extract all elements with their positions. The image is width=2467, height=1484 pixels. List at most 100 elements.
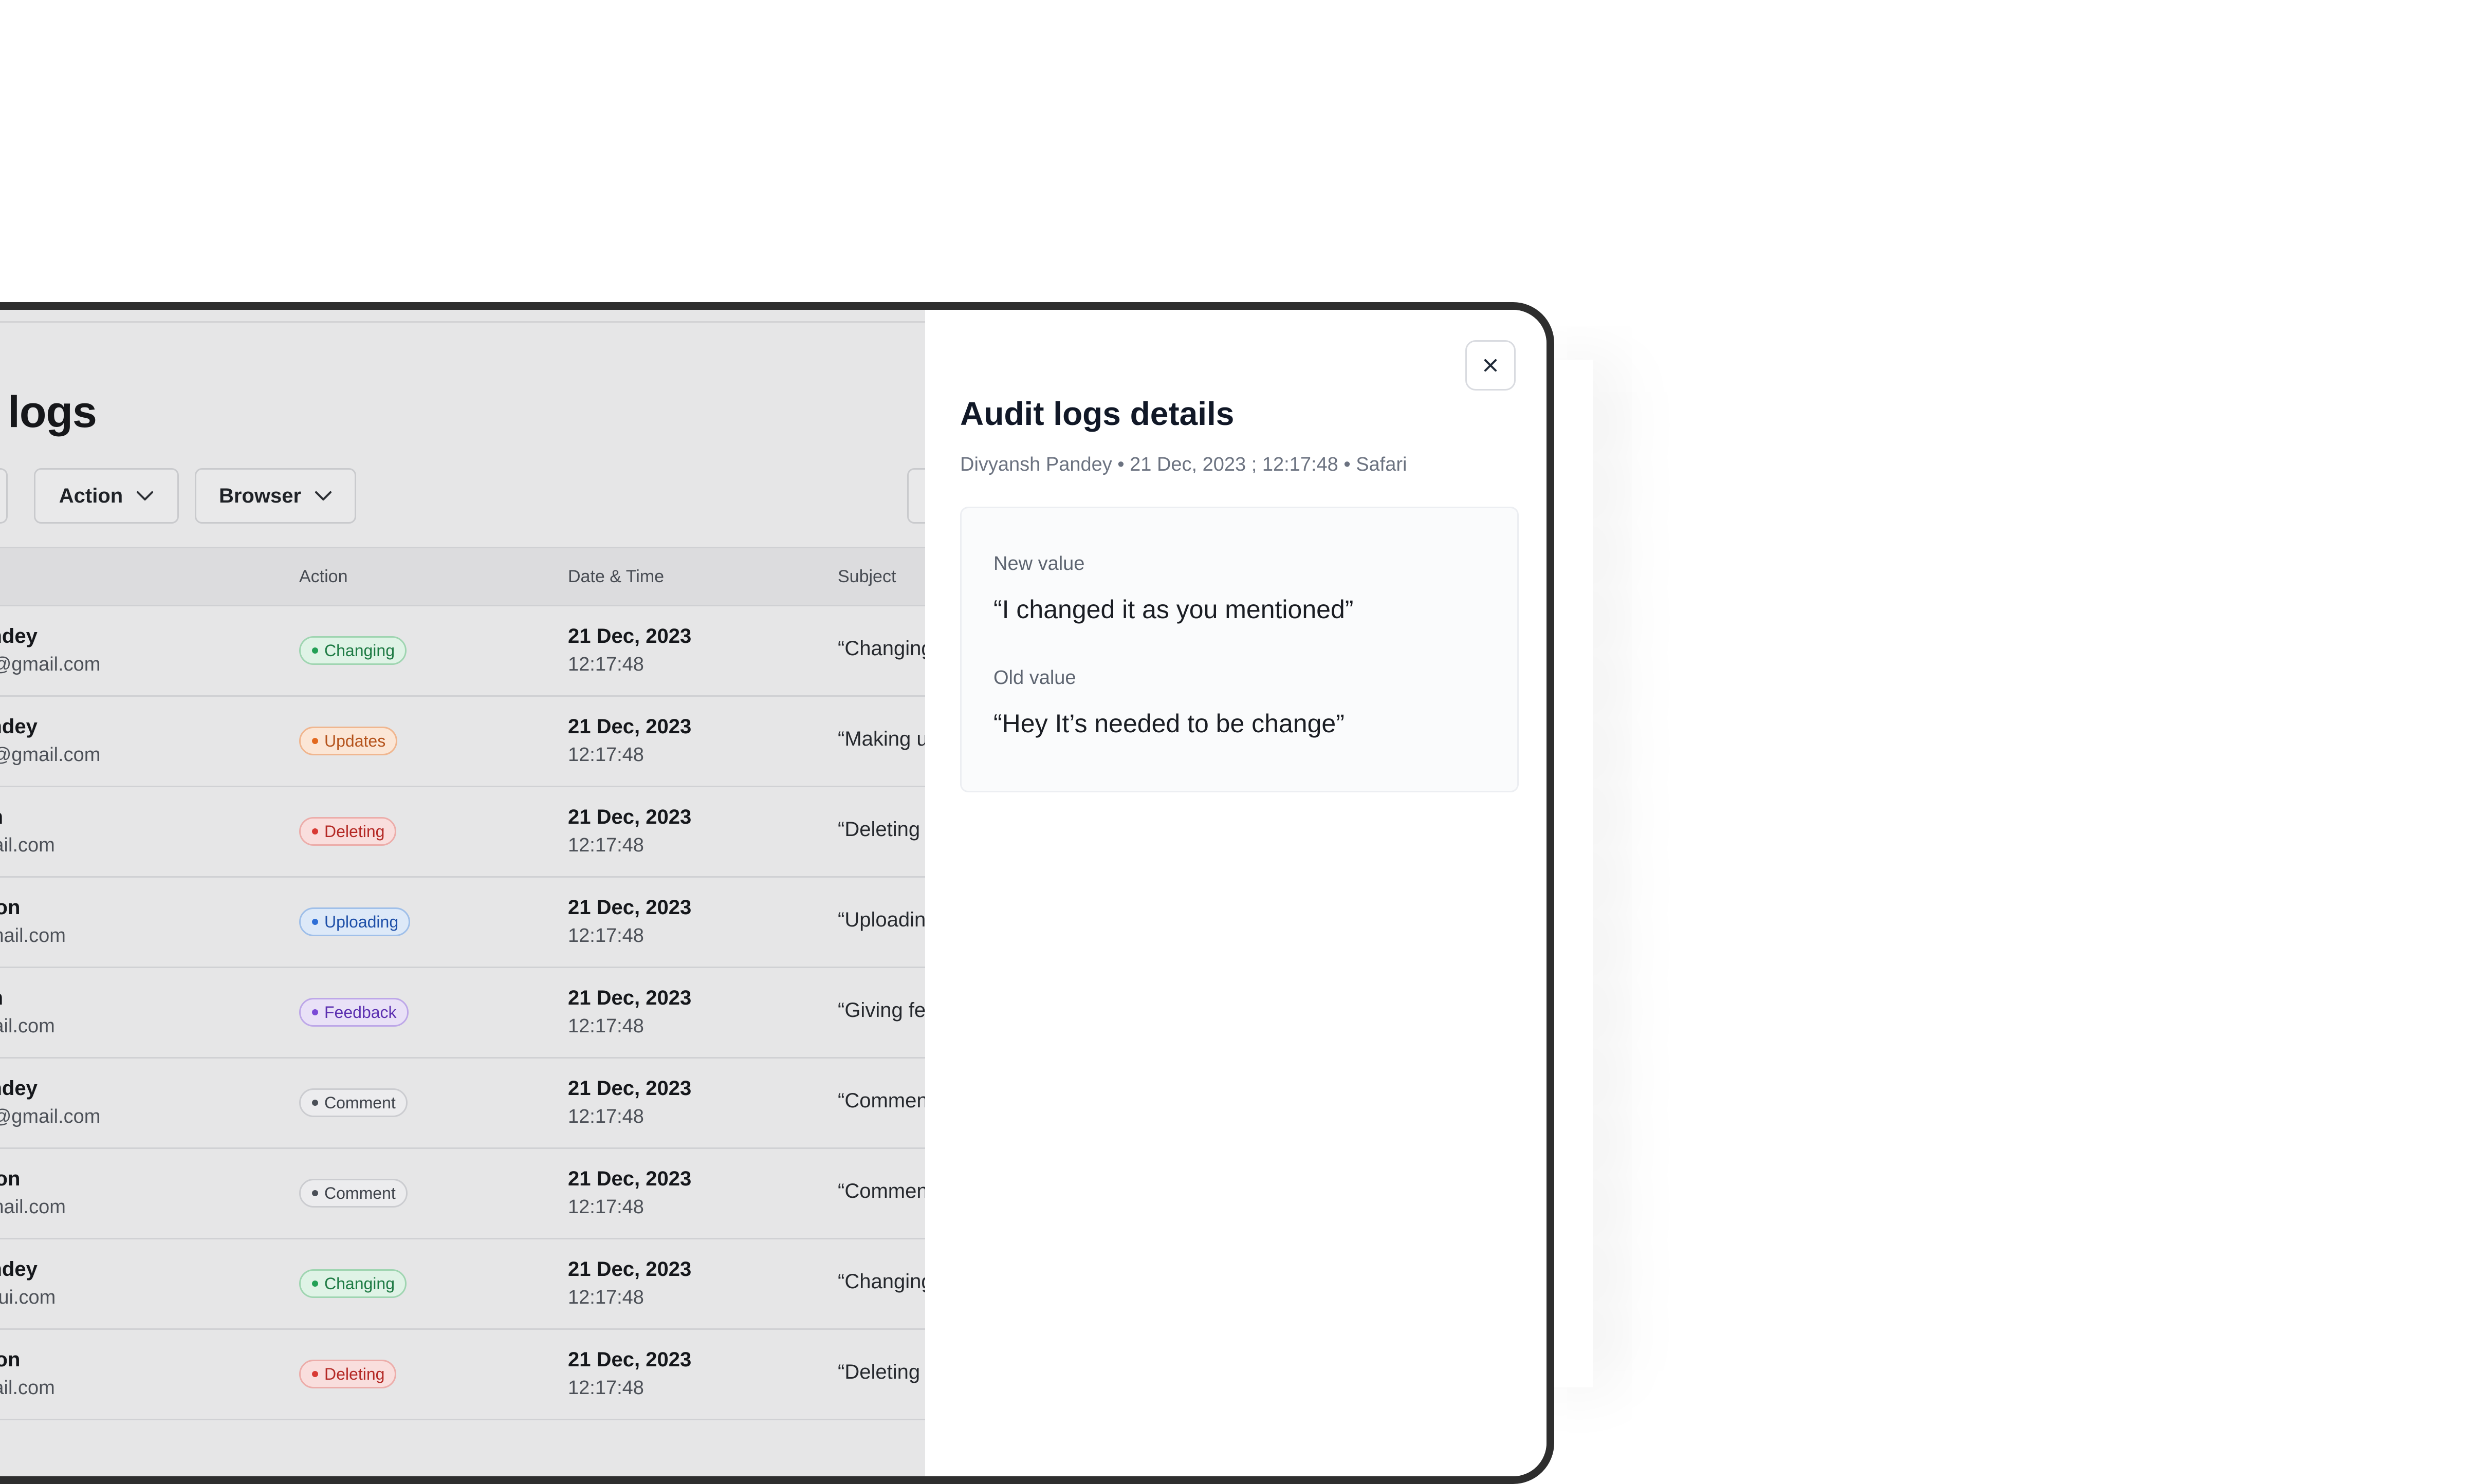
log-subject: “Making u (838, 728, 928, 750)
table-row[interactable]: n Pandey ivy07@gmail.com Changing 21 Dec, 2… (0, 606, 933, 697)
log-date: 21 Dec, 2023 (568, 806, 692, 828)
value-comparison-card: New value “I changed it as you mentioned… (960, 507, 1519, 792)
close-button[interactable] (1465, 340, 1516, 391)
action-badge: Deleting (299, 1360, 397, 1388)
user-email: @gmail.com (0, 834, 55, 856)
log-date: 21 Dec, 2023 (568, 1258, 692, 1281)
log-time: 12:17:48 (568, 925, 644, 947)
table-row[interactable]: Singh @gmail.com Feedback 21 Dec, 2023 12:17… (0, 968, 926, 1059)
log-subject: “Uploadin (838, 908, 926, 931)
status-dot-icon (312, 1100, 318, 1106)
table-row[interactable]: n Pandey ntitledui.com Changing 21 Dec, 202… (0, 1239, 933, 1330)
filter-button-partial[interactable] (0, 468, 8, 524)
action-badge-label: Comment (324, 1183, 396, 1202)
user-email: ivy07@gmail.com (0, 1106, 101, 1127)
column-header-subject: Subject (838, 567, 896, 586)
log-time: 12:17:48 (568, 744, 644, 766)
log-time: 12:17:48 (568, 1196, 644, 1218)
user-name: n Pandey (0, 1258, 38, 1281)
user-name: n Pandey (0, 625, 38, 647)
user-email: @gmail.com (0, 1377, 55, 1399)
filter-action-label: Action (59, 484, 123, 507)
log-date: 21 Dec, 2023 (568, 1077, 692, 1100)
user-email: 5@gmail.com (0, 1196, 66, 1218)
user-name: honson (0, 1348, 21, 1371)
log-date: 21 Dec, 2023 (568, 1167, 692, 1190)
user-name: n Pandey (0, 715, 38, 738)
user-email: ivy07@gmail.com (0, 744, 101, 766)
action-badge: Comment (299, 1088, 408, 1117)
action-badge-label: Updates (324, 731, 386, 750)
device-frame: logs Action Browser Action Date & Time S… (0, 302, 1554, 1484)
old-value-text: “Hey It’s needed to be change” (993, 709, 1345, 738)
action-badge: Deleting (299, 817, 397, 846)
action-badge-label: Uploading (324, 912, 399, 931)
user-email: @gmail.com (0, 1015, 55, 1037)
column-header-datetime: Date & Time (568, 567, 665, 586)
user-name: n Pandey (0, 1077, 38, 1100)
status-dot-icon (312, 1371, 318, 1377)
filter-browser-label: Browser (218, 484, 302, 507)
status-dot-icon (312, 828, 318, 834)
user-name: honson (0, 1167, 21, 1190)
chevron-down-icon (315, 491, 332, 500)
table-row[interactable]: honson 5@gmail.com Comment 21 Dec, 2023 12:1… (0, 1149, 928, 1239)
header-divider (0, 321, 925, 323)
status-dot-icon (312, 1281, 318, 1287)
action-badge: Changing (299, 636, 407, 665)
table-row[interactable]: n Pandey ivy07@gmail.com Updates 21 Dec, 20… (0, 697, 928, 787)
table-row[interactable]: honson 5@gmail.com Uploading 21 Dec, 2023 12… (0, 878, 926, 968)
action-badge-label: Feedback (324, 1003, 397, 1022)
user-name: Singh (0, 987, 3, 1010)
action-badge: Comment (299, 1179, 408, 1208)
table-row[interactable]: n Pandey ivy07@gmail.com Comment 21 Dec, 20… (0, 1059, 928, 1149)
user-email: ivy07@gmail.com (0, 654, 101, 675)
action-badge-label: Changing (324, 641, 395, 660)
action-badge-label: Changing (324, 1274, 395, 1293)
log-time: 12:17:48 (568, 1377, 644, 1399)
action-badge-label: Comment (324, 1093, 396, 1112)
chevron-down-icon (137, 491, 154, 500)
filter-browser-button[interactable]: Browser (195, 468, 356, 524)
old-value-label: Old value (993, 667, 1076, 689)
log-subject: “Commen (838, 1180, 928, 1202)
table-row[interactable]: Singh @gmail.com Deleting 21 Dec, 2023 12:17… (0, 787, 925, 878)
log-subject: “Changing (838, 1270, 933, 1293)
user-name: honson (0, 896, 21, 919)
table-row[interactable]: honson @gmail.com Deleting 21 Dec, 2023 12:1… (0, 1330, 925, 1420)
log-date: 21 Dec, 2023 (568, 896, 692, 919)
filter-action-button[interactable]: Action (34, 468, 179, 524)
action-badge: Changing (299, 1269, 407, 1298)
action-badge-label: Deleting (324, 1364, 385, 1383)
log-time: 12:17:48 (568, 1106, 644, 1127)
new-value-text: “I changed it as you mentioned” (993, 595, 1354, 624)
log-date: 21 Dec, 2023 (568, 715, 692, 738)
log-subject: “Changing (838, 637, 933, 660)
new-value-label: New value (993, 553, 1085, 574)
log-time: 12:17:48 (568, 1287, 644, 1308)
log-date: 21 Dec, 2023 (568, 987, 692, 1009)
audit-logs-page: logs Action Browser Action Date & Time S… (0, 310, 969, 1476)
log-subject: “Commen (838, 1089, 928, 1112)
status-dot-icon (312, 647, 318, 654)
audit-log-details-drawer: Audit logs details Divyansh Pandey • 21 … (925, 310, 1547, 1476)
log-time: 12:17:48 (568, 654, 644, 675)
action-badge-label: Deleting (324, 822, 385, 841)
table-header: Action Date & Time Subject (0, 547, 925, 606)
log-date: 21 Dec, 2023 (568, 625, 692, 647)
user-name: Singh (0, 806, 3, 829)
action-badge: Feedback (299, 998, 409, 1027)
user-email: 5@gmail.com (0, 925, 66, 947)
status-dot-icon (312, 919, 318, 925)
drawer-meta: Divyansh Pandey • 21 Dec, 2023 ; 12:17:4… (960, 454, 1407, 475)
action-badge: Uploading (299, 907, 411, 936)
log-time: 12:17:48 (568, 1015, 644, 1037)
drawer-title: Audit logs details (960, 395, 1235, 432)
status-dot-icon (312, 738, 318, 744)
page-title: logs (8, 387, 97, 437)
log-date: 21 Dec, 2023 (568, 1348, 692, 1371)
log-subject: “Deleting (838, 1361, 920, 1383)
log-subject: “Giving fe (838, 999, 926, 1022)
close-icon (1484, 359, 1497, 372)
log-subject: “Deleting (838, 818, 920, 841)
